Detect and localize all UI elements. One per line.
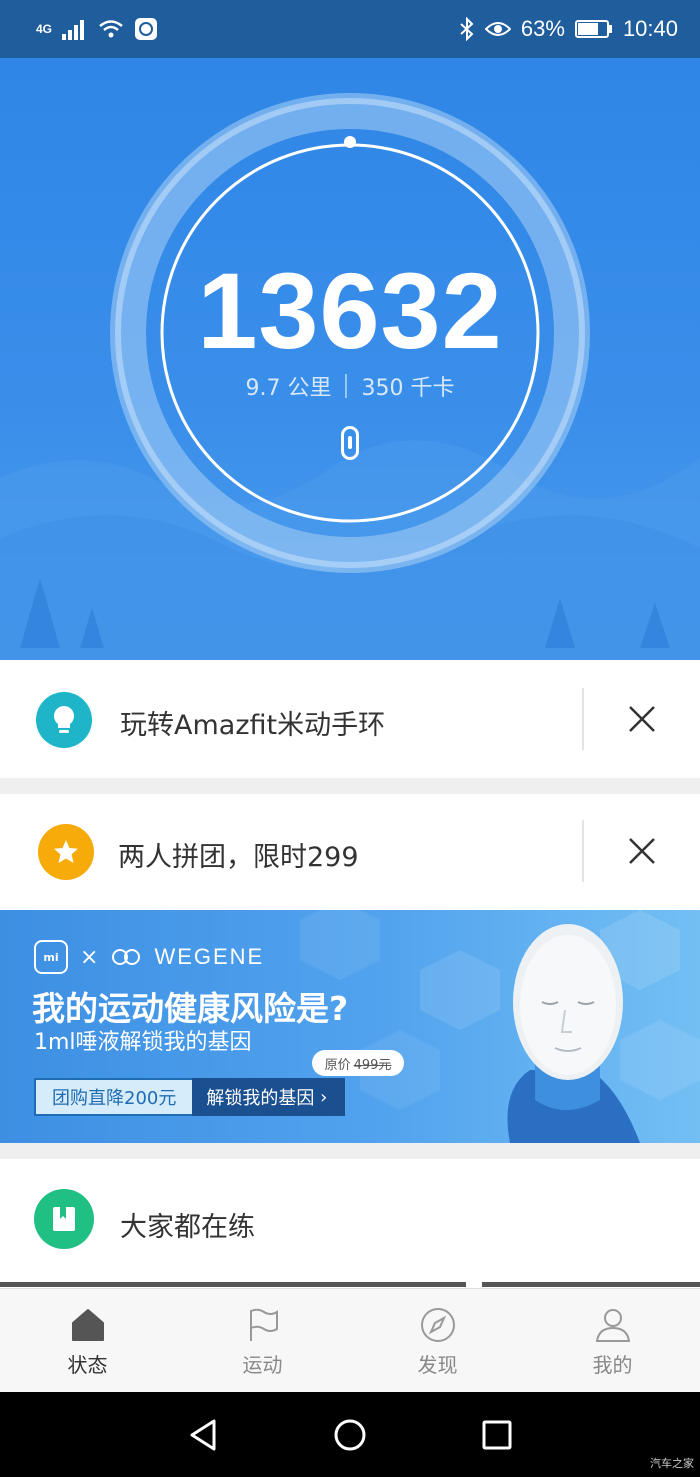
close-icon[interactable] — [622, 699, 662, 739]
bottom-tab-bar: 状态 运动 发现 我的 — [0, 1288, 700, 1392]
step-count: 13632 — [197, 250, 503, 371]
bookmark-icon — [34, 1189, 94, 1249]
network-type: 4G — [36, 22, 53, 36]
distance-value: 9.7 公里 — [245, 376, 332, 401]
original-price-badge: 原价 499元 — [312, 1050, 404, 1076]
tip-card-amazfit[interactable]: 玩转Amazfit米动手环 — [0, 660, 700, 778]
banner-headline: 我的运动健康风险是? — [32, 989, 349, 1028]
content-strip — [482, 1282, 700, 1287]
calories-value: 350 千卡 — [361, 376, 455, 401]
tab-label: 状态 — [67, 1353, 108, 1377]
activity-hero[interactable]: 13632 9.7 公里 350 千卡 — [0, 58, 700, 660]
card-gap — [0, 778, 700, 794]
signal-icon — [62, 20, 85, 40]
section-everyone-training[interactable]: 大家都在练 — [0, 1159, 700, 1283]
card-divider — [582, 820, 584, 882]
wegene-banner[interactable]: mi × WEGENE 我的运动健康风险是? 1ml唾液解锁我的基因 原价 499… — [0, 910, 700, 1143]
unlock-genes-button[interactable]: 解锁我的基因 › — [192, 1078, 346, 1116]
flag-icon — [249, 1308, 278, 1341]
promo-card-label: 两人拼团，限时299 — [118, 842, 359, 873]
tab-status[interactable]: 状态 — [0, 1289, 175, 1392]
banner-subtitle: 1ml唾液解锁我的基因 — [34, 1030, 252, 1055]
back-triangle-icon — [190, 1419, 216, 1450]
mi-app-icon — [135, 18, 158, 40]
card-gap — [0, 1143, 700, 1159]
star-icon — [38, 824, 94, 880]
battery-percent: 63% — [520, 16, 565, 41]
recents-button[interactable] — [467, 1405, 527, 1465]
back-button[interactable] — [173, 1405, 233, 1465]
band-icon — [341, 426, 359, 460]
close-icon[interactable] — [622, 831, 662, 871]
compass-icon — [420, 1308, 455, 1342]
tab-label: 我的 — [592, 1353, 633, 1377]
tab-sport[interactable]: 运动 — [175, 1289, 350, 1392]
group-buy-discount-label[interactable]: 团购直降200元 — [34, 1078, 193, 1116]
status-bar: 4G 63% 10:40 — [0, 0, 700, 58]
clock: 10:40 — [622, 16, 678, 41]
brand-separator: × — [80, 944, 99, 970]
recents-square-icon — [482, 1420, 512, 1449]
banner-cta[interactable]: 团购直降200元 解锁我的基因 › — [34, 1078, 346, 1116]
home-icon — [71, 1309, 104, 1341]
content-strip — [0, 1282, 466, 1287]
tab-me[interactable]: 我的 — [525, 1289, 700, 1392]
bluetooth-icon — [460, 17, 474, 41]
lightbulb-icon — [36, 692, 92, 748]
wegene-brand: WEGENE — [154, 944, 265, 969]
eye-icon — [484, 22, 511, 36]
tab-label: 运动 — [242, 1353, 283, 1377]
banner-brand-row: mi × WEGENE — [34, 940, 264, 974]
card-divider — [582, 688, 584, 750]
section-label: 大家都在练 — [120, 1212, 255, 1243]
tab-label: 发现 — [417, 1353, 458, 1377]
promo-card-group-buy[interactable]: 两人拼团，限时299 — [0, 794, 700, 910]
chevron-right-icon: › — [320, 1086, 328, 1108]
person-icon — [595, 1309, 630, 1342]
wegene-logo-icon — [112, 949, 141, 965]
mi-logo: mi — [34, 940, 68, 974]
system-nav-bar: 汽车之家 — [0, 1392, 700, 1477]
tip-card-label: 玩转Amazfit米动手环 — [120, 710, 386, 741]
battery-icon — [574, 20, 612, 38]
home-button[interactable] — [320, 1405, 380, 1465]
face-illustration — [507, 924, 640, 1143]
watermark: 汽车之家 — [650, 1457, 694, 1470]
home-circle-icon — [334, 1419, 366, 1450]
wifi-icon — [99, 20, 123, 38]
activity-summary: 9.7 公里 350 千卡 — [0, 370, 700, 402]
summary-divider — [345, 374, 348, 398]
tab-discover[interactable]: 发现 — [350, 1289, 525, 1392]
